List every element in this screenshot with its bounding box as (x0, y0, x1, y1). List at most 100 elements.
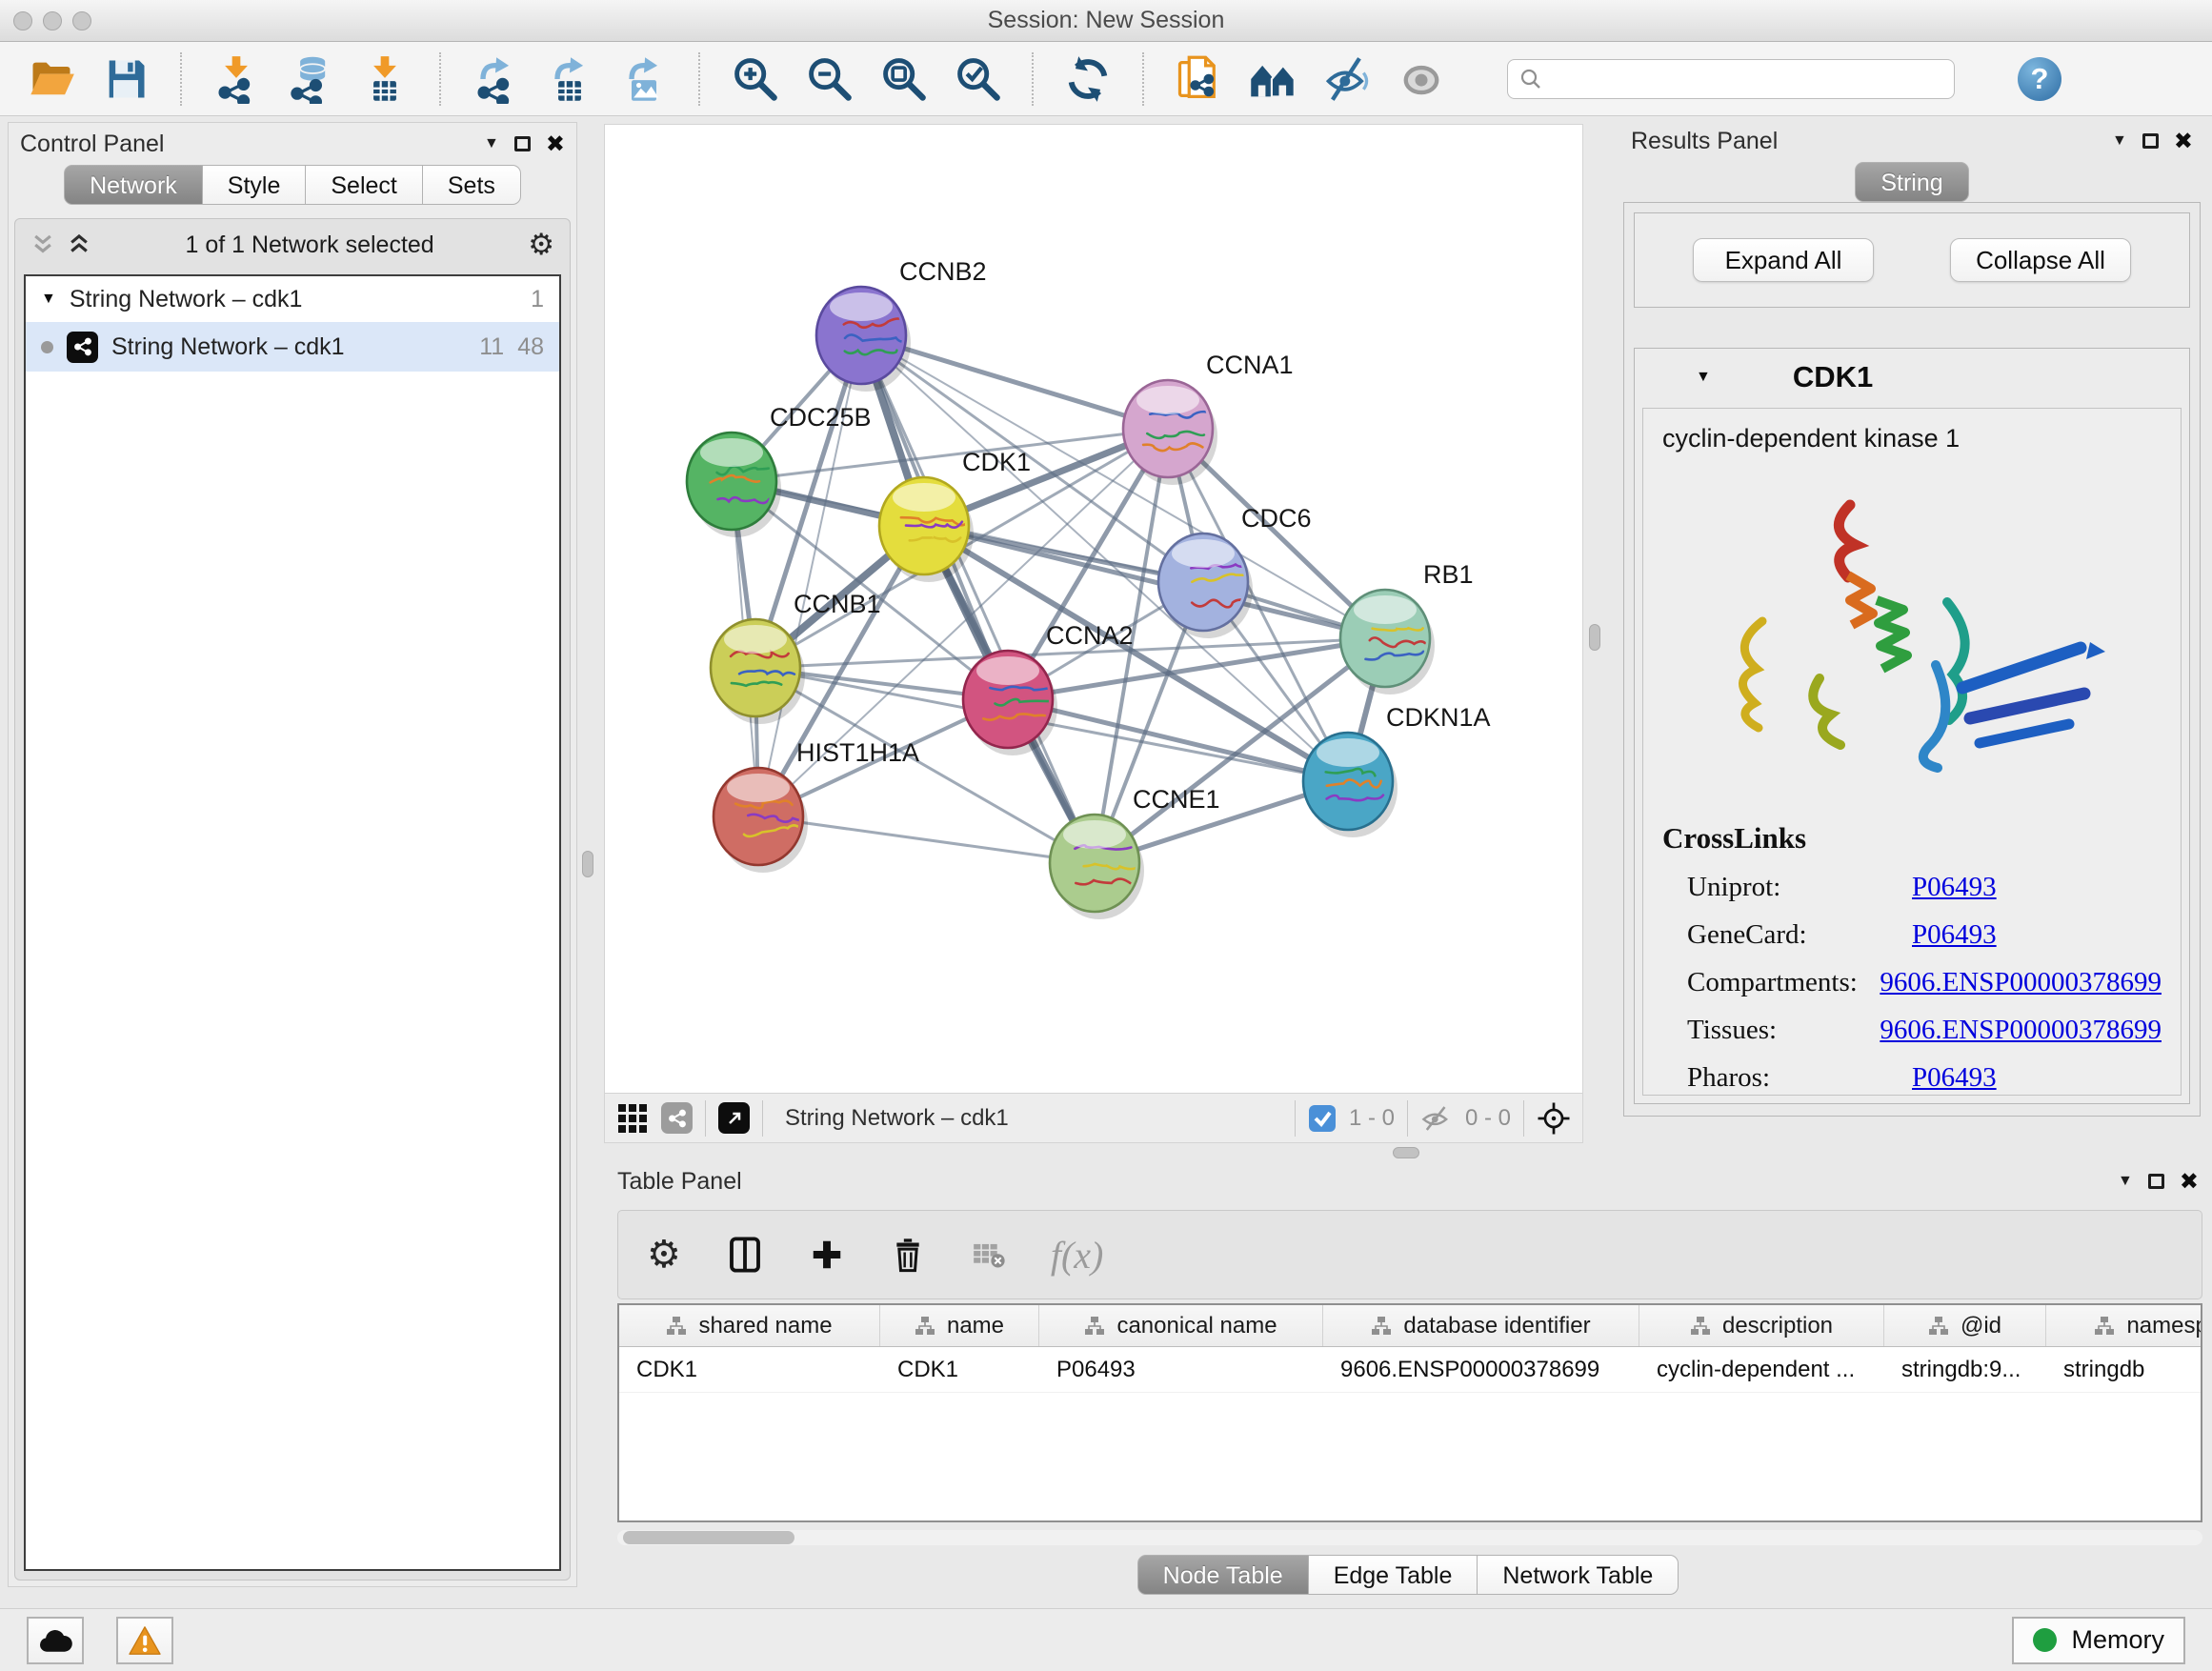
new-network-from-selection-icon[interactable] (1172, 51, 1225, 107)
network-edge[interactable] (861, 335, 1095, 863)
table-cell[interactable]: stringdb:9... (1884, 1347, 2046, 1392)
splitter-handle-bottom[interactable] (1393, 1147, 1419, 1158)
import-table-icon[interactable] (358, 51, 412, 107)
tab-sets[interactable]: Sets (423, 165, 521, 205)
string-home-icon[interactable] (1246, 51, 1299, 107)
panel-collapse-icon[interactable]: ▼ (2112, 132, 2127, 150)
column-header-canonical-name[interactable]: canonical name (1039, 1305, 1323, 1346)
column-header-name[interactable]: name (880, 1305, 1039, 1346)
selected-checkbox-icon[interactable] (1308, 1104, 1337, 1133)
node-details-collapse-icon[interactable]: ▼ (1696, 369, 1711, 386)
search-input[interactable] (1552, 66, 1942, 92)
crosslink-link[interactable]: P06493 (1912, 919, 1997, 951)
expand-all-button[interactable]: Expand All (1693, 238, 1874, 282)
import-network-file-icon[interactable] (210, 51, 263, 107)
export-image-icon[interactable] (617, 51, 671, 107)
delete-column-trash-icon[interactable] (889, 1236, 927, 1274)
cloud-status-button[interactable] (27, 1617, 84, 1664)
crosslink-link[interactable]: P06493 (1912, 1062, 1997, 1094)
column-header-namespace[interactable]: namespace (2046, 1305, 2202, 1346)
table-cell[interactable]: 9606.ENSP00000378699 (1323, 1347, 1639, 1392)
column-header-database-identifier[interactable]: database identifier (1323, 1305, 1639, 1346)
table-horizontal-scrollbar[interactable] (617, 1530, 2202, 1545)
create-column-plus-icon[interactable] (809, 1237, 845, 1273)
string-network-icon (67, 332, 98, 363)
column-header-label: shared name (698, 1313, 832, 1339)
panel-close-icon[interactable]: ✖ (2174, 128, 2193, 154)
help-button[interactable]: ? (2018, 57, 2061, 101)
fit-selection-crosshair-icon[interactable] (1537, 1101, 1571, 1136)
column-header-@id[interactable]: @id (1884, 1305, 2046, 1346)
export-network-icon[interactable] (469, 51, 522, 107)
network-collection-row[interactable]: ▼ String Network – cdk1 1 (26, 276, 559, 322)
refresh-view-icon[interactable] (1061, 51, 1115, 107)
protein-structure-image (1707, 478, 2117, 793)
collapse-all-networks-icon[interactable] (30, 232, 55, 257)
collapse-all-button[interactable]: Collapse All (1950, 238, 2131, 282)
network-edge[interactable] (924, 526, 1385, 638)
panel-float-icon[interactable] (2148, 1174, 2164, 1189)
network-node-CCNA1[interactable]: CCNA1 (1123, 351, 1294, 485)
table-cell[interactable]: cyclin-dependent ... (1639, 1347, 1884, 1392)
table-row[interactable]: CDK1CDK1P064939606.ENSP00000378699cyclin… (619, 1347, 2201, 1393)
network-node-CCNB2[interactable]: CCNB2 (816, 257, 987, 392)
export-table-icon[interactable] (543, 51, 596, 107)
panel-float-icon[interactable] (514, 136, 531, 151)
table-cell[interactable]: stringdb (2046, 1347, 2202, 1392)
panel-close-icon[interactable]: ✖ (2180, 1168, 2199, 1195)
panel-collapse-icon[interactable]: ▼ (2118, 1173, 2133, 1190)
network-row[interactable]: String Network – cdk1 11 48 (26, 322, 559, 372)
hide-selected-eye-slash-icon[interactable] (1320, 51, 1374, 107)
tab-node-table[interactable]: Node Table (1137, 1555, 1309, 1595)
memory-button[interactable]: Memory (2012, 1617, 2185, 1664)
show-all-eye-icon[interactable] (1395, 51, 1448, 107)
string-style-toggle-icon[interactable] (661, 1102, 693, 1134)
tab-network-table[interactable]: Network Table (1478, 1555, 1679, 1595)
panel-float-icon[interactable] (2142, 133, 2159, 149)
table-cell[interactable]: CDK1 (880, 1347, 1039, 1392)
tab-style[interactable]: Style (203, 165, 307, 205)
table-cell[interactable]: CDK1 (619, 1347, 880, 1392)
scrollbar-thumb[interactable] (623, 1531, 794, 1544)
save-session-icon[interactable] (99, 51, 152, 107)
tab-edge-table[interactable]: Edge Table (1309, 1555, 1478, 1595)
panel-close-icon[interactable]: ✖ (546, 131, 565, 157)
show-columns-icon[interactable] (725, 1235, 765, 1275)
network-options-gear-icon[interactable]: ⚙ (528, 231, 554, 260)
panel-collapse-icon[interactable]: ▼ (484, 135, 499, 152)
zoom-fit-icon[interactable] (876, 51, 930, 107)
delete-table-icon-disabled (971, 1237, 1007, 1273)
crosslink-link[interactable]: 9606.ENSP00000378699 (1880, 967, 2162, 998)
search-box[interactable] (1507, 59, 1955, 99)
network-node-CCNB1[interactable]: CCNB1 (711, 590, 881, 724)
import-network-database-icon[interactable] (284, 51, 337, 107)
network-node-CDKN1A[interactable]: CDKN1A (1303, 703, 1491, 837)
table-options-gear-icon[interactable]: ⚙ (647, 1236, 681, 1274)
network-node-RB1[interactable]: RB1 (1340, 560, 1474, 695)
column-header-shared-name[interactable]: shared name (619, 1305, 880, 1346)
table-cell[interactable]: P06493 (1039, 1347, 1323, 1392)
network-node-CCNE1[interactable]: CCNE1 (1050, 785, 1220, 919)
crosslink-link[interactable]: 9606.ENSP00000378699 (1880, 1015, 2162, 1046)
splitter-handle-right[interactable] (1589, 624, 1600, 651)
zoom-in-icon[interactable] (728, 51, 781, 107)
splitter-handle-left[interactable] (582, 851, 593, 877)
crosslink-link[interactable]: P06493 (1912, 872, 1997, 903)
zoom-selected-icon[interactable] (951, 51, 1004, 107)
open-in-new-window-icon[interactable] (718, 1102, 750, 1134)
tab-string[interactable]: String (1855, 162, 1968, 202)
network-canvas[interactable]: CCNB2CCNA1CDC25BCDK1CDC6RB1CCNB1CCNA2CDK… (604, 124, 1583, 1094)
network-node-CDC6[interactable]: CDC6 (1158, 504, 1312, 638)
open-session-icon[interactable] (25, 51, 78, 107)
network-graph[interactable]: CCNB2CCNA1CDC25BCDK1CDC6RB1CCNB1CCNA2CDK… (605, 125, 1582, 1093)
network-edge[interactable] (758, 816, 1095, 863)
tab-network[interactable]: Network (64, 165, 203, 205)
network-node-HIST1H1A[interactable]: HIST1H1A (714, 738, 919, 873)
tab-select[interactable]: Select (306, 165, 422, 205)
warnings-button[interactable] (116, 1617, 173, 1664)
zoom-out-icon[interactable] (802, 51, 855, 107)
column-header-description[interactable]: description (1639, 1305, 1884, 1346)
expand-all-networks-icon[interactable] (67, 232, 91, 257)
birds-eye-view-icon[interactable] (616, 1102, 649, 1135)
collection-expand-icon[interactable]: ▼ (41, 291, 56, 308)
